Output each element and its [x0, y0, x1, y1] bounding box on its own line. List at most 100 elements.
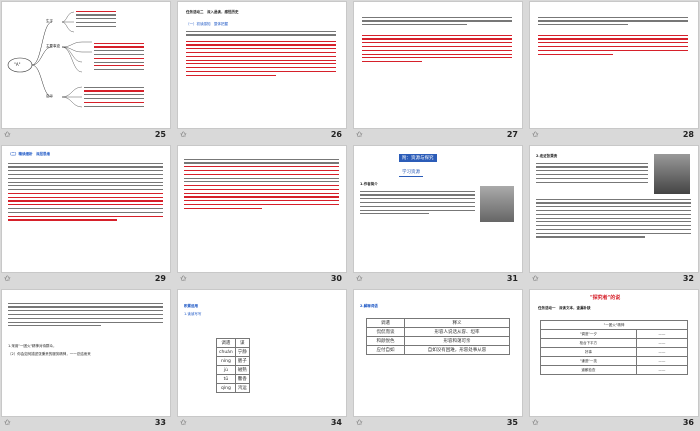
slide-thumb-28[interactable]: ✩ 28	[528, 0, 700, 141]
table-cell: 鸿运	[234, 383, 250, 393]
slide-thumb-35[interactable]: 2.解释词语 调遣 释义 侃侃而谈 形容人说话从容、坦率 和颜悦色 形容和蔼可亲 应付…	[352, 288, 524, 429]
slide-thumb-26[interactable]: 任务活动二 深入品读，感悟历史 （一）初读感知 整体把握 ✩ 26	[176, 0, 348, 141]
star-icon[interactable]: ✩	[356, 129, 363, 141]
table-cell: 馨香	[234, 374, 250, 384]
table-cell: 调遣	[365, 318, 406, 328]
slide-thumb-30[interactable]: ✩ 30	[176, 144, 348, 285]
table-cell: 膳子	[234, 356, 250, 366]
section-banner: 附：资源与探究	[399, 154, 437, 162]
slide-number: 36	[682, 418, 694, 427]
table-cell: 和颜悦色	[365, 336, 406, 346]
star-icon[interactable]: ✩	[356, 417, 363, 429]
text-lines	[8, 160, 163, 223]
star-icon[interactable]: ✩	[4, 273, 11, 285]
slide-number: 28	[682, 130, 694, 139]
table-cell: 磁熟	[234, 365, 250, 375]
table-cell: "调遣"一夕	[540, 329, 637, 339]
slide-heading: 2.解释词语	[360, 304, 378, 308]
slide-number: 30	[330, 274, 342, 283]
slide-thumb-34[interactable]: 积累运用 1.读读写写 调遣谋 chuán 宁静 níng 膳子 jù 磁熟 tū 馨香…	[176, 288, 348, 429]
table-cell: chuán	[216, 347, 236, 357]
star-icon[interactable]: ✩	[180, 129, 187, 141]
star-icon[interactable]: ✩	[4, 417, 11, 429]
star-icon[interactable]: ✩	[4, 129, 11, 141]
table-cell: tū	[216, 374, 236, 384]
slide-thumb-36[interactable]: "探究者"的说 任务活动一 深读文本，查漏补缺 "一团火"精神 "调遣"一夕 ——…	[528, 288, 700, 429]
table-cell: 自如没有困难，形容处事从容	[404, 345, 510, 355]
text-lines	[94, 40, 144, 73]
table-cell: 调遣	[216, 338, 236, 348]
slide-subheading: （一）初读感知 整体把握	[186, 22, 228, 26]
table-cell: "谦逊"一技	[540, 356, 637, 366]
table-cell: ——	[635, 347, 689, 357]
task-table: "一团火"精神 "调遣"一夕 —— 柜台下平方 —— 好事 —— "谦逊"一技 —— 道…	[540, 320, 689, 375]
star-icon[interactable]: ✩	[180, 417, 187, 429]
slide-heading: 1.作者简介	[360, 182, 378, 186]
slide-subheading: 1.读读写写	[184, 312, 202, 316]
table-cell: 好事	[540, 347, 637, 357]
slide-number: 26	[330, 130, 342, 139]
slide-thumb-33[interactable]: 1.采用"一团火"精神对待群众， （2）你会如何描述张秉贵的服务精神，一一总结而…	[0, 288, 172, 429]
slide-content: 积累运用 1.读读写写 调遣谋 chuán 宁静 níng 膳子 jù 磁熟 tū 馨香…	[178, 290, 346, 416]
text-lines	[76, 8, 116, 30]
table-cell: qìng	[216, 383, 236, 393]
table-cell: ——	[635, 365, 689, 375]
slide-thumb-31[interactable]: 附：资源与探究 学习资源 1.作者简介 ✩ 31	[352, 144, 524, 285]
slide-content	[178, 146, 346, 272]
slide-content: "A" 生平 主要事迹 启示	[2, 2, 170, 128]
definition-table: 调遣 释义 侃侃而谈 形容人说话从容、坦率 和颜悦色 形容和蔼可亲 应付自如 自如没有困…	[365, 318, 510, 355]
slide-content: 1.采用"一团火"精神对待群众， （2）你会如何描述张秉贵的服务精神，一一总结而…	[2, 290, 170, 416]
author-photo	[480, 186, 514, 222]
slide-number: 34	[330, 418, 342, 427]
map-branch: 主要事迹	[46, 44, 60, 48]
slide-number: 25	[154, 130, 166, 139]
star-icon[interactable]: ✩	[356, 273, 363, 285]
person-photo	[654, 154, 690, 194]
star-icon[interactable]: ✩	[532, 417, 539, 429]
table-cell: 道歉检查	[540, 365, 637, 375]
star-icon[interactable]: ✩	[180, 273, 187, 285]
table-cell: níng	[216, 356, 236, 366]
table-cell: ——	[635, 329, 689, 339]
question-text: （2）你会如何描述张秉贵的服务精神，一一总结而来	[8, 352, 91, 356]
map-branch: 生平	[46, 19, 53, 23]
table-cell: 柜台下平方	[540, 338, 637, 348]
text-lines	[186, 38, 336, 78]
table-cell: 宁静	[234, 347, 250, 357]
slide-subheading: 任务活动一 深读文本，查漏补缺	[538, 306, 591, 310]
slide-heading: 积累运用	[184, 304, 198, 308]
table-cell: 谋	[234, 338, 250, 348]
star-icon[interactable]: ✩	[532, 273, 539, 285]
question-text: 1.采用"一团火"精神对待群众，	[8, 344, 57, 348]
slide-thumb-32[interactable]: 2.走近张秉贵 ✩ 32	[528, 144, 700, 285]
table-cell: ——	[635, 356, 689, 366]
table-cell: 释义	[404, 318, 510, 328]
text-lines	[84, 84, 144, 109]
slide-thumb-29[interactable]: （二）精读细析 深层思维 ✩ 29	[0, 144, 172, 285]
slide-number: 32	[682, 274, 694, 283]
map-root: "A"	[14, 62, 21, 67]
text-lines	[186, 28, 336, 38]
text-lines	[538, 32, 688, 57]
slide-content: 2.走近张秉贵	[530, 146, 698, 272]
slide-number: 31	[506, 274, 518, 283]
table-cell: 形容和蔼可亲	[404, 336, 510, 346]
table-cell: 应付自如	[365, 345, 406, 355]
text-lines	[536, 160, 648, 185]
slide-thumb-27[interactable]: ✩ 27	[352, 0, 524, 141]
table-cell: 侃侃而谈	[365, 327, 406, 337]
slide-number: 27	[506, 130, 518, 139]
slide-heading: 2.走近张秉贵	[536, 154, 558, 158]
text-lines	[362, 14, 512, 28]
slide-thumb-25[interactable]: "A" 生平 主要事迹 启示 ✩ 25	[0, 0, 172, 141]
slide-number: 35	[506, 418, 518, 427]
slide-number: 33	[154, 418, 166, 427]
map-branch: 启示	[46, 94, 53, 98]
slide-number: 29	[154, 274, 166, 283]
star-icon[interactable]: ✩	[532, 129, 539, 141]
text-lines	[362, 32, 512, 65]
slide-content: 2.解释词语 调遣 释义 侃侃而谈 形容人说话从容、坦率 和颜悦色 形容和蔼可亲 应付…	[354, 290, 522, 416]
slide-heading: "探究者"的说	[590, 295, 621, 301]
vocab-table: 调遣谋 chuán 宁静 níng 膳子 jù 磁熟 tū 馨香 qìng 鸿运	[216, 338, 250, 393]
text-lines	[360, 188, 475, 217]
